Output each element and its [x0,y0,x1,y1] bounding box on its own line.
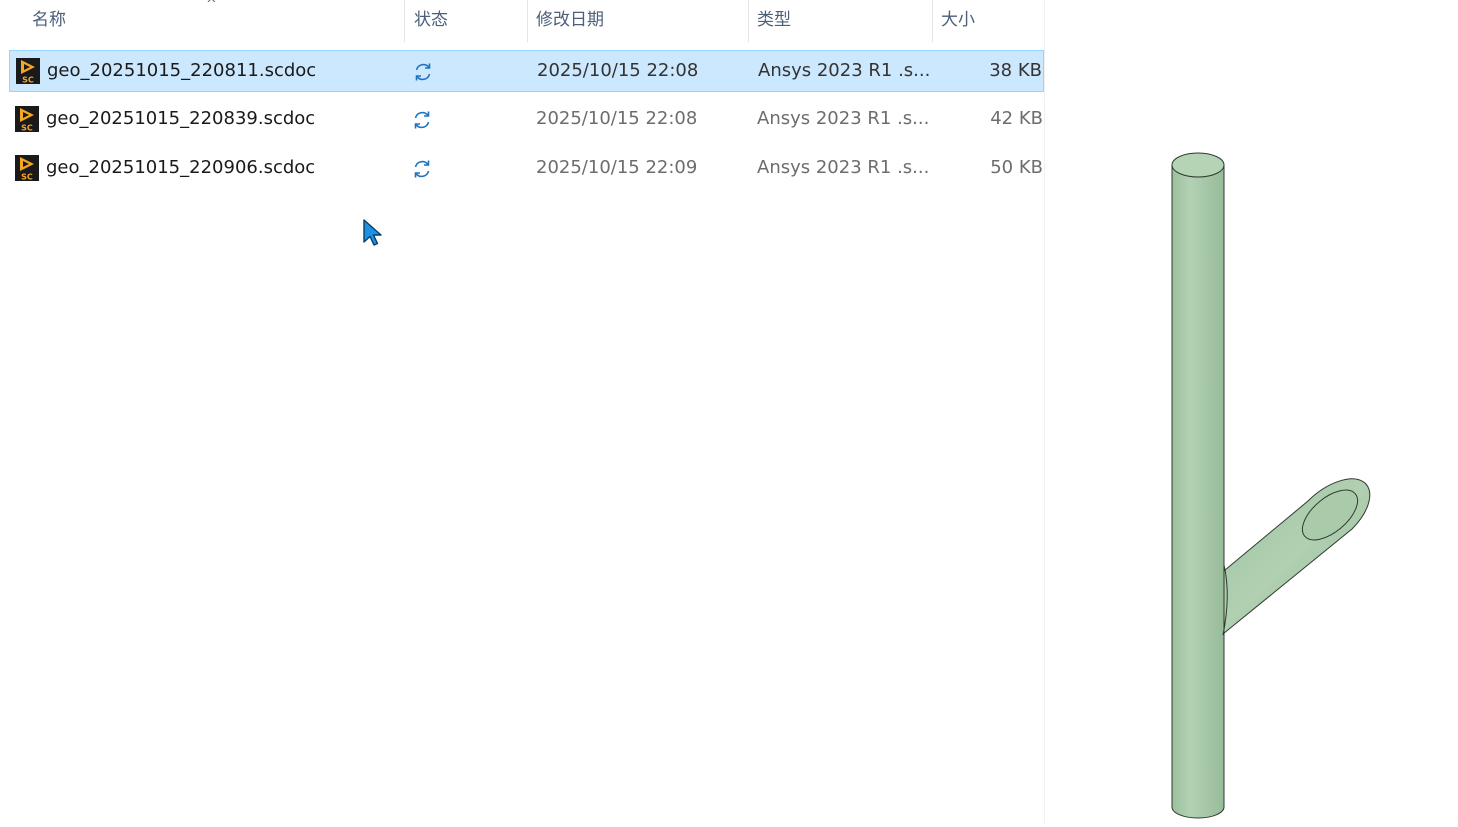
file-type: Ansys 2023 R1 .s... [758,60,931,81]
modified-date: 2025/10/15 22:09 [536,157,698,178]
main-pipe [1171,152,1228,819]
svg-text:SC: SC [21,124,33,133]
column-header-size[interactable]: 大小 [933,0,1043,40]
file-size: 50 KB [990,157,1043,178]
modified-date: 2025/10/15 22:08 [536,108,698,129]
sync-icon [415,63,431,81]
file-explorer: ^ 名称 状态 修改日期 类型 大小 SC geo_20251015_22081… [0,0,1045,823]
modified-date: 2025/10/15 22:08 [537,60,699,81]
svg-text:SC: SC [22,76,34,85]
file-row[interactable]: SC geo_20251015_220811.scdoc 2025/10/15 … [9,50,1044,92]
file-row[interactable]: SC geo_20251015_220839.scdoc 2025/10/15 … [9,99,1044,141]
file-type: Ansys 2023 R1 .s... [757,108,930,129]
svg-text:SC: SC [21,173,33,182]
spaceclaim-file-icon: SC [15,155,39,181]
file-name[interactable]: geo_20251015_220839.scdoc [46,99,315,139]
file-name[interactable]: geo_20251015_220906.scdoc [46,148,315,188]
file-row[interactable]: SC geo_20251015_220906.scdoc 2025/10/15 … [9,148,1044,190]
column-header-status[interactable]: 状态 [406,0,526,40]
sync-icon [414,160,430,178]
column-header-name[interactable]: 名称 [24,0,404,40]
column-divider[interactable] [404,0,405,42]
file-size: 42 KB [990,108,1043,129]
spaceclaim-file-icon: SC [16,58,40,84]
branch-pipe [1212,478,1371,635]
3d-geometry-viewer[interactable] [1045,0,1458,823]
pipe-tee-model [1171,152,1371,819]
column-header-type[interactable]: 类型 [749,0,931,40]
mouse-pointer-icon [363,219,382,246]
spaceclaim-file-icon: SC [15,106,39,132]
file-name[interactable]: geo_20251015_220811.scdoc [47,51,316,91]
file-type: Ansys 2023 R1 .s... [757,157,930,178]
file-size: 38 KB [989,60,1042,81]
column-header-modified[interactable]: 修改日期 [528,0,748,40]
sync-icon [414,111,430,129]
column-header-bar: ^ 名称 状态 修改日期 类型 大小 [0,0,1044,42]
